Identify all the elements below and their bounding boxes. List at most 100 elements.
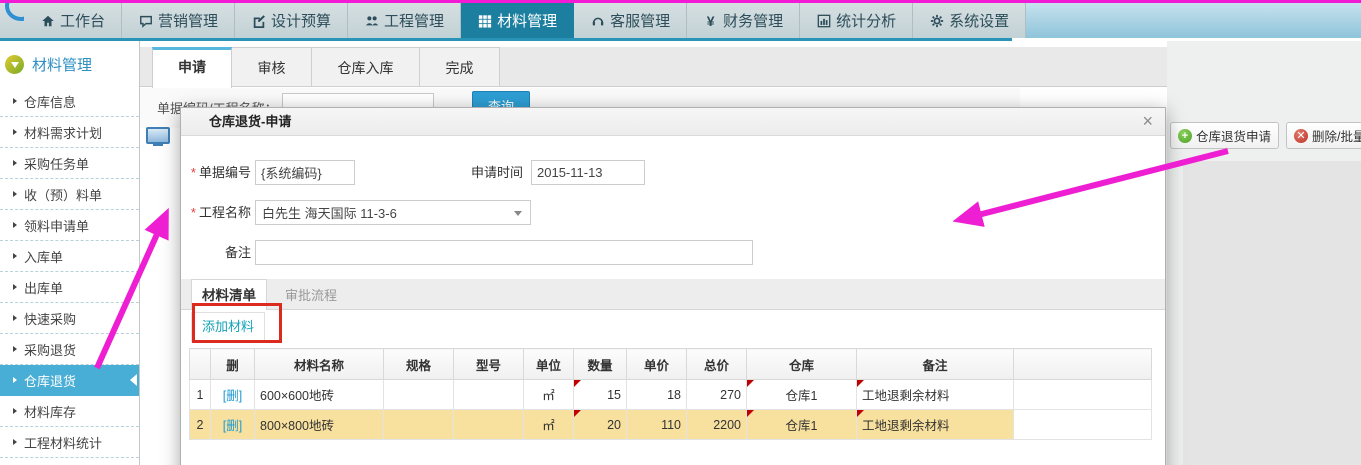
col-remark: 备注	[857, 349, 1014, 380]
sidebar-item-quick-purchase[interactable]: 快速采购	[0, 303, 139, 334]
table-row: 1 [删] 600×600地砖 ㎡ 15 18 270 仓库1 工地退剩余材料	[190, 380, 1152, 410]
warehouse-return-apply-button[interactable]: + 仓库退货申请	[1170, 122, 1279, 149]
sidebar-item-purchase-task[interactable]: 采购任务单	[0, 148, 139, 179]
sidebar-item-project-material-stats[interactable]: 工程材料统计	[0, 427, 139, 458]
sidebar-item-label: 领料申请单	[24, 216, 89, 235]
nav-tab-material[interactable]: 材料管理	[461, 3, 574, 38]
caret-right-icon	[13, 191, 17, 197]
tab-review[interactable]: 审核	[232, 47, 312, 87]
nav-tab-finance[interactable]: ¥ 财务管理	[687, 3, 800, 38]
cell-unit[interactable]: ㎡	[524, 380, 574, 410]
col-unit: 单位	[524, 349, 574, 380]
project-name-select[interactable]: 白先生 海天国际 11-3-6	[255, 200, 531, 225]
delete-batch-button[interactable]: ✕ 删除/批量	[1286, 122, 1361, 149]
sidebar-item-receive-slip[interactable]: 收（预）料单	[0, 179, 139, 210]
nav-tab-settings[interactable]: 系统设置	[913, 3, 1026, 38]
remark-field[interactable]	[255, 240, 753, 265]
nav-tab-workbench[interactable]: 工作台	[24, 3, 122, 38]
project-name-label: *工程名称	[181, 200, 251, 226]
cell-model[interactable]	[454, 380, 524, 410]
dialog-header[interactable]: 仓库退货-申请 ×	[181, 108, 1165, 136]
delete-row-link[interactable]: [删]	[223, 389, 242, 403]
logo-arc-icon	[5, 3, 24, 21]
sidebar-item-label: 采购任务单	[24, 154, 89, 173]
cell-spec[interactable]	[384, 380, 454, 410]
tab-approval-flow[interactable]: 审批流程	[273, 282, 349, 310]
x-circle-icon: ✕	[1294, 129, 1308, 143]
cell-spec[interactable]	[384, 410, 454, 440]
nav-tab-design-budget[interactable]: 设计预算	[235, 3, 348, 38]
apply-date-field[interactable]	[531, 160, 645, 185]
col-warehouse: 仓库	[747, 349, 857, 380]
nav-tab-statistics[interactable]: 统计分析	[800, 3, 913, 38]
cell-warehouse[interactable]: 仓库1	[747, 410, 857, 440]
headset-icon	[590, 13, 605, 28]
nav-tab-customer-service[interactable]: 客服管理	[574, 3, 687, 38]
sidebar-item-outbound[interactable]: 出库单	[0, 272, 139, 303]
col-spec: 规格	[384, 349, 454, 380]
nav-tab-label: 工程管理	[384, 10, 444, 31]
apply-date-label: 申请时间	[461, 160, 523, 186]
cell-quantity[interactable]: 20	[574, 410, 627, 440]
dialog-title: 仓库退货-申请	[209, 108, 291, 135]
sidebar-item-material-stock[interactable]: 材料库存	[0, 396, 139, 427]
sidebar-header[interactable]: 材料管理	[0, 41, 139, 86]
tab-apply[interactable]: 申请	[152, 47, 232, 88]
sidebar-item-label: 出库单	[24, 278, 63, 297]
cell-material-name[interactable]: 600×600地砖	[255, 380, 384, 410]
nav-tab-label: 设计预算	[271, 10, 331, 31]
sidebar-item-picking-request[interactable]: 领料申请单	[0, 210, 139, 241]
nav-tab-marketing[interactable]: 营销管理	[122, 3, 235, 38]
row-index: 1	[190, 380, 211, 410]
required-mark: *	[191, 205, 196, 220]
sidebar-item-material-demand-plan[interactable]: 材料需求计划	[0, 117, 139, 148]
remark-label: 备注	[181, 240, 251, 266]
sidebar: 材料管理 仓库信息 材料需求计划 采购任务单 收（预）料单 领料申请单 入库单 …	[0, 41, 140, 465]
cell-model[interactable]	[454, 410, 524, 440]
annotation-top-line	[0, 0, 1361, 3]
cell-material-name[interactable]: 800×800地砖	[255, 410, 384, 440]
cell-quantity[interactable]: 15	[574, 380, 627, 410]
caret-right-icon	[13, 98, 17, 104]
sidebar-item-purchase-return[interactable]: 采购退货	[0, 334, 139, 365]
tab-warehouse-inbound[interactable]: 仓库入库	[312, 47, 420, 87]
caret-right-icon	[13, 439, 17, 445]
cell-total-price[interactable]: 270	[687, 380, 747, 410]
sidebar-item-label: 入库单	[24, 247, 63, 266]
caret-right-icon	[13, 346, 17, 352]
chevron-down-icon	[11, 62, 19, 68]
caret-right-icon	[13, 253, 17, 259]
delete-row-link[interactable]: [删]	[223, 419, 242, 433]
cell-total-price[interactable]: 2200	[687, 410, 747, 440]
cell-filler	[1014, 410, 1152, 440]
table-row-selected: 2 [删] 800×800地砖 ㎡ 20 110 2200 仓库1 工地退剩余材…	[190, 410, 1152, 440]
cell-unit-price[interactable]: 110	[627, 410, 687, 440]
close-icon[interactable]: ×	[1142, 110, 1153, 132]
sidebar-item-warehouse-info[interactable]: 仓库信息	[0, 86, 139, 117]
nav-tab-project[interactable]: 工程管理	[348, 3, 461, 38]
tab-complete[interactable]: 完成	[420, 47, 500, 87]
material-table: 删 材料名称 规格 型号 单位 数量 单价 总价 仓库 备注	[189, 348, 1152, 440]
cell-unit[interactable]: ㎡	[524, 410, 574, 440]
doc-no-field[interactable]	[255, 160, 355, 185]
sidebar-item-label: 快速采购	[24, 309, 76, 328]
cell-remark[interactable]: 工地退剩余材料	[857, 380, 1014, 410]
sidebar-item-inbound[interactable]: 入库单	[0, 241, 139, 272]
sidebar-item-label: 材料库存	[24, 402, 76, 421]
navbar-sky-filler	[1026, 3, 1361, 38]
annotation-red-box	[192, 303, 282, 343]
sidebar-item-label: 工程材料统计	[24, 433, 102, 452]
right-panel-lower	[1183, 161, 1361, 465]
sidebar-item-label: 仓库退货	[24, 371, 76, 390]
users-icon	[364, 13, 379, 28]
caret-right-icon	[13, 160, 17, 166]
col-quantity: 数量	[574, 349, 627, 380]
home-icon	[40, 13, 55, 28]
chevron-down-icon	[514, 211, 522, 216]
cell-warehouse[interactable]: 仓库1	[747, 380, 857, 410]
required-mark: *	[191, 165, 196, 180]
cell-unit-price[interactable]: 18	[627, 380, 687, 410]
sidebar-item-warehouse-return[interactable]: 仓库退货	[0, 365, 139, 396]
cell-filler	[1014, 380, 1152, 410]
cell-remark[interactable]: 工地退剩余材料	[857, 410, 1014, 440]
